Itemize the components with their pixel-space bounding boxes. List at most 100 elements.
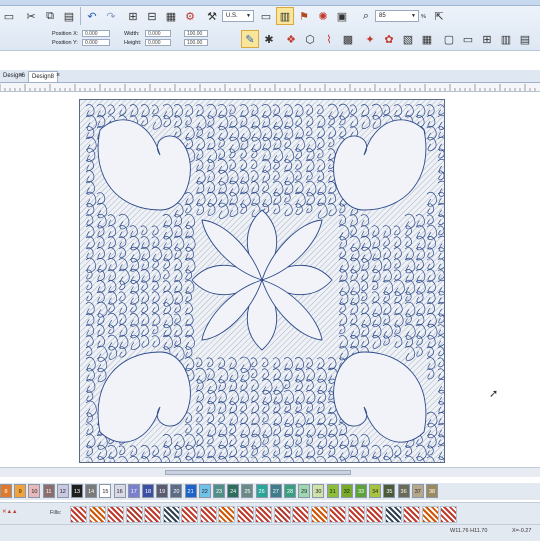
zoom-icon[interactable]: ⌕	[357, 7, 375, 25]
tab-design6[interactable]: Design6	[0, 71, 28, 81]
height-percent-field[interactable]: 100.00	[184, 39, 208, 46]
paste-icon[interactable]: ▤	[60, 7, 78, 25]
fill-pattern-button[interactable]	[310, 506, 328, 523]
redo-icon[interactable]: ↷	[102, 7, 120, 25]
thread-swatch[interactable]: 25	[241, 484, 254, 498]
thread-swatch[interactable]: 33	[355, 484, 367, 498]
panel-icon[interactable]: ▤	[516, 30, 534, 48]
tools-icon[interactable]: ⚒	[203, 7, 221, 25]
fill-pattern-button[interactable]	[107, 506, 124, 523]
thread-swatch[interactable]: 27	[269, 484, 282, 498]
fill-pattern-icon[interactable]: ▩	[339, 30, 357, 48]
fill-pattern-button[interactable]	[440, 506, 457, 523]
settings-gear-icon[interactable]: ⚙	[181, 7, 199, 25]
thread-swatch[interactable]: 30	[312, 484, 325, 498]
fill-pattern-button[interactable]	[292, 506, 309, 523]
thread-swatch[interactable]: 11	[42, 484, 55, 498]
sewing-machine-icon[interactable]: ▭	[0, 7, 18, 25]
thread-swatch[interactable]: 28	[284, 484, 296, 498]
fill-pattern-button[interactable]	[236, 506, 254, 523]
width-percent-field[interactable]: 100.00	[184, 30, 208, 37]
thread-swatch[interactable]: 14	[85, 484, 98, 498]
thread-swatch[interactable]: 21	[184, 484, 197, 498]
thread-swatch[interactable]: 17	[127, 484, 140, 498]
thread-swatch[interactable]: 13	[71, 484, 83, 498]
crosshatch-icon[interactable]: ▧	[399, 30, 417, 48]
fill-pattern-button[interactable]	[162, 506, 180, 523]
quilt-design[interactable]	[79, 99, 445, 463]
lattice-icon[interactable]: ▦	[418, 30, 436, 48]
position-y-field[interactable]: 0.000	[82, 39, 110, 46]
fill-pattern-button[interactable]	[403, 506, 420, 523]
fill-pattern-button[interactable]	[255, 506, 272, 523]
satin-icon[interactable]: ⌇	[320, 30, 338, 48]
fill-pattern-button[interactable]	[199, 506, 217, 523]
units-dropdown[interactable]: U.S. ▼	[222, 10, 254, 22]
page-icon[interactable]: ▦	[162, 7, 180, 25]
height-field[interactable]: 0.000	[145, 39, 171, 46]
position-x-field[interactable]: 0.000	[82, 30, 110, 37]
fill-pattern-button[interactable]	[329, 506, 346, 523]
thread-swatch[interactable]: 15	[99, 484, 112, 498]
picture-icon[interactable]: ▣	[333, 7, 351, 25]
fill-pattern-button[interactable]	[273, 506, 291, 523]
thread-swatch[interactable]: 20	[170, 484, 183, 498]
thread-swatch[interactable]: 16	[113, 484, 126, 498]
thread-swatch[interactable]: 37	[411, 484, 424, 498]
zoom-dropdown[interactable]: 85 ▼	[375, 10, 419, 22]
thread-swatch[interactable]: 38	[426, 484, 438, 498]
outline-icon[interactable]: ▢	[440, 30, 458, 48]
cut-icon[interactable]: ✂	[22, 7, 40, 25]
shape-icon[interactable]: ⬡	[301, 30, 319, 48]
fill-pattern-button[interactable]	[181, 506, 198, 523]
close-icon[interactable]: ×	[56, 71, 60, 81]
tab-design8[interactable]: Design8	[28, 71, 59, 82]
thread-swatch[interactable]: 31	[326, 484, 339, 498]
width-field[interactable]: 0.000	[145, 30, 171, 37]
thread-swatch[interactable]: 32	[340, 484, 353, 498]
fill-pattern-button[interactable]	[366, 506, 383, 523]
scrollbar-thumb[interactable]	[165, 470, 351, 475]
star-tool-icon[interactable]: ✱	[260, 30, 278, 48]
undo-icon[interactable]: ↶	[83, 7, 101, 25]
bead-icon[interactable]: ✿	[380, 30, 398, 48]
thread-swatch[interactable]: 18	[142, 484, 154, 498]
thread-swatch[interactable]: 10	[28, 484, 41, 498]
thread-swatch[interactable]: 26	[255, 484, 268, 498]
star-fill-icon[interactable]: ✦	[361, 30, 379, 48]
motif-icon[interactable]: ❖	[282, 30, 300, 48]
fill-pattern-button[interactable]	[144, 506, 161, 523]
fill-pattern-button[interactable]	[347, 506, 365, 523]
fill-pattern-button[interactable]	[384, 506, 402, 523]
thread-swatch[interactable]: 36	[397, 484, 410, 498]
layout-icon[interactable]: ▥	[497, 30, 515, 48]
fill-pattern-button[interactable]	[125, 506, 143, 523]
thread-swatch[interactable]: 12	[56, 484, 69, 498]
thread-swatch[interactable]: 9	[14, 484, 27, 498]
thread-swatch[interactable]: 8	[0, 484, 12, 498]
thread-swatch[interactable]: 29	[298, 484, 311, 498]
fill-pattern-button[interactable]	[88, 506, 106, 523]
copy-icon[interactable]: ⧉	[41, 7, 59, 25]
design-view-icon[interactable]: ▭	[257, 7, 275, 25]
thread-swatch[interactable]: 23	[213, 484, 225, 498]
grid-icon[interactable]: ⊟	[143, 7, 161, 25]
stamp-icon[interactable]: ⚑	[295, 7, 313, 25]
close-icon[interactable]: ×	[19, 71, 23, 81]
thread-swatch[interactable]: 24	[227, 484, 240, 498]
stitch-view-icon[interactable]: ▥	[276, 7, 294, 25]
fill-pattern-button[interactable]	[70, 506, 87, 523]
thread-swatch[interactable]: 22	[198, 484, 211, 498]
fill-pattern-button[interactable]	[421, 506, 439, 523]
thread-swatch[interactable]: 19	[156, 484, 169, 498]
motif-small-icon[interactable]: ✕▲▲	[2, 509, 18, 515]
thread-swatch[interactable]: 34	[369, 484, 382, 498]
select-icon[interactable]: ⊞	[124, 7, 142, 25]
grid-view-icon[interactable]: ⊞	[478, 30, 496, 48]
fit-icon[interactable]: ⇱	[430, 7, 448, 25]
reshape-icon[interactable]: ✎	[241, 30, 259, 48]
horizontal-scrollbar[interactable]	[0, 467, 540, 477]
swirl-icon[interactable]: ✺	[314, 7, 332, 25]
fill-pattern-button[interactable]	[218, 506, 235, 523]
thread-swatch[interactable]: 35	[383, 484, 396, 498]
